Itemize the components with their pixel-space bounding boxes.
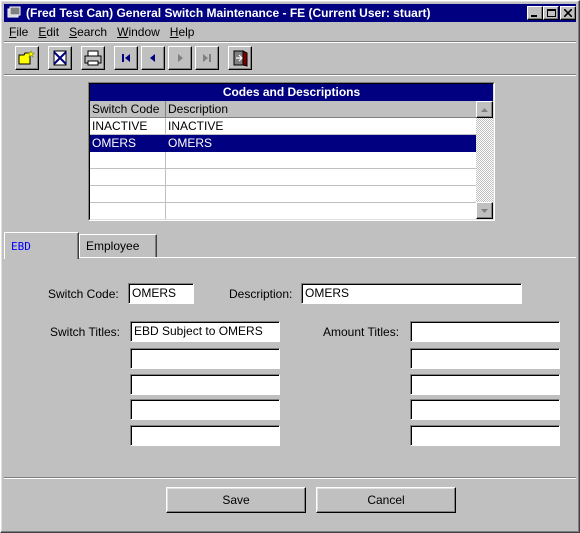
close-icon [564, 9, 572, 17]
empty-cell [90, 152, 166, 169]
table-row-selected[interactable]: OMERS OMERS [90, 135, 477, 152]
switch-title-field-3[interactable] [130, 374, 280, 395]
amount-title-field-4[interactable] [410, 399, 560, 420]
first-record-button[interactable] [114, 46, 138, 70]
empty-cell [90, 169, 166, 186]
empty-cell [166, 169, 477, 186]
column-header-description[interactable]: Description [166, 101, 477, 118]
scroll-down-button[interactable] [476, 202, 493, 219]
cell-switch-code: INACTIVE [90, 118, 166, 135]
delete-icon [53, 50, 67, 66]
arrow-down-icon [481, 208, 488, 213]
switch-title-field-5[interactable] [130, 425, 280, 446]
last-record-icon [203, 54, 211, 62]
maximize-button[interactable] [543, 6, 559, 20]
app-icon[interactable] [6, 5, 22, 21]
toolbar-separator [4, 74, 576, 76]
switch-code-field[interactable]: OMERS [128, 283, 194, 304]
empty-cell [166, 152, 477, 169]
empty-cell [166, 203, 477, 219]
toolbar [11, 46, 571, 72]
tab-panel-border [4, 257, 576, 258]
amount-title-field-5[interactable] [410, 425, 560, 446]
cancel-button[interactable]: Cancel [316, 487, 456, 513]
minimize-button[interactable] [527, 6, 543, 20]
description-field[interactable]: OMERS [301, 283, 522, 304]
window-title: (Fred Test Can) General Switch Maintenan… [26, 6, 431, 20]
menu-search-label: earch [77, 25, 108, 39]
switch-title-field-1[interactable]: EBD Subject to OMERS [130, 321, 280, 342]
table-row-empty[interactable] [90, 152, 477, 169]
maximize-icon [546, 8, 556, 17]
delete-button[interactable] [48, 46, 72, 70]
menu-window-label: indow [128, 25, 160, 39]
tab-employee[interactable]: Employee [79, 234, 157, 258]
description-label: Description: [229, 287, 293, 301]
tab-ebd[interactable]: EBD [4, 232, 79, 259]
menu-edit-label: dit [46, 25, 60, 39]
tab-strip: EBD Employee [4, 232, 576, 259]
last-record-button[interactable] [195, 46, 219, 70]
print-icon [84, 50, 102, 66]
print-button[interactable] [81, 46, 105, 70]
switch-title-field-2[interactable] [130, 348, 280, 369]
menu-file-label: ile [16, 25, 29, 39]
cell-description: INACTIVE [166, 118, 477, 135]
empty-cell [90, 186, 166, 203]
close-button[interactable] [560, 6, 576, 20]
previous-record-icon [150, 54, 155, 62]
table-row-empty[interactable] [90, 169, 477, 186]
menu-file[interactable]: File [4, 23, 33, 41]
switch-titles-label: Switch Titles: [50, 325, 121, 339]
first-record-icon [122, 54, 130, 62]
table-row[interactable]: INACTIVE INACTIVE [90, 118, 477, 135]
grid-header: Switch Code Description [90, 101, 477, 118]
next-record-button[interactable] [168, 46, 192, 70]
codes-grid[interactable]: Codes and Descriptions Switch Code Descr… [88, 82, 495, 221]
save-button[interactable]: Save [166, 487, 306, 513]
minimize-icon [531, 15, 537, 17]
title-bar[interactable]: (Fred Test Can) General Switch Maintenan… [4, 4, 576, 22]
menu-help[interactable]: Help [165, 23, 200, 41]
menu-search-mnemonic: S [69, 25, 78, 39]
exit-button[interactable] [228, 46, 252, 70]
grid-title: Codes and Descriptions [90, 84, 493, 101]
cell-description: OMERS [166, 135, 477, 152]
column-header-switch-code[interactable]: Switch Code [90, 101, 166, 118]
scroll-up-button[interactable] [476, 101, 493, 118]
grid-vertical-scrollbar[interactable] [476, 101, 493, 219]
exit-icon [233, 50, 248, 67]
amount-title-field-1[interactable] [410, 321, 560, 342]
app-window: (Fred Test Can) General Switch Maintenan… [0, 0, 580, 533]
amount-titles-label: Amount Titles: [323, 325, 400, 339]
cell-switch-code: OMERS [90, 135, 166, 152]
menu-window[interactable]: Window [112, 23, 165, 41]
empty-cell [90, 203, 166, 219]
menu-edit[interactable]: Edit [33, 23, 64, 41]
table-row-empty[interactable] [90, 186, 477, 203]
menu-help-label: elp [178, 25, 195, 39]
previous-record-button[interactable] [141, 46, 165, 70]
amount-title-field-3[interactable] [410, 374, 560, 395]
switch-title-field-4[interactable] [130, 399, 280, 420]
new-button[interactable] [15, 46, 39, 70]
switch-code-label: Switch Code: [48, 287, 119, 301]
menu-search[interactable]: Search [64, 23, 112, 41]
menu-separator [4, 41, 576, 43]
menu-bar: File Edit Search Window Help [4, 23, 576, 41]
new-icon [18, 50, 35, 65]
amount-title-field-2[interactable] [410, 348, 560, 369]
table-row-empty[interactable] [90, 203, 477, 219]
menu-window-mnemonic: W [117, 25, 129, 39]
empty-cell [166, 186, 477, 203]
next-record-icon [178, 54, 183, 62]
arrow-up-icon [481, 107, 488, 112]
